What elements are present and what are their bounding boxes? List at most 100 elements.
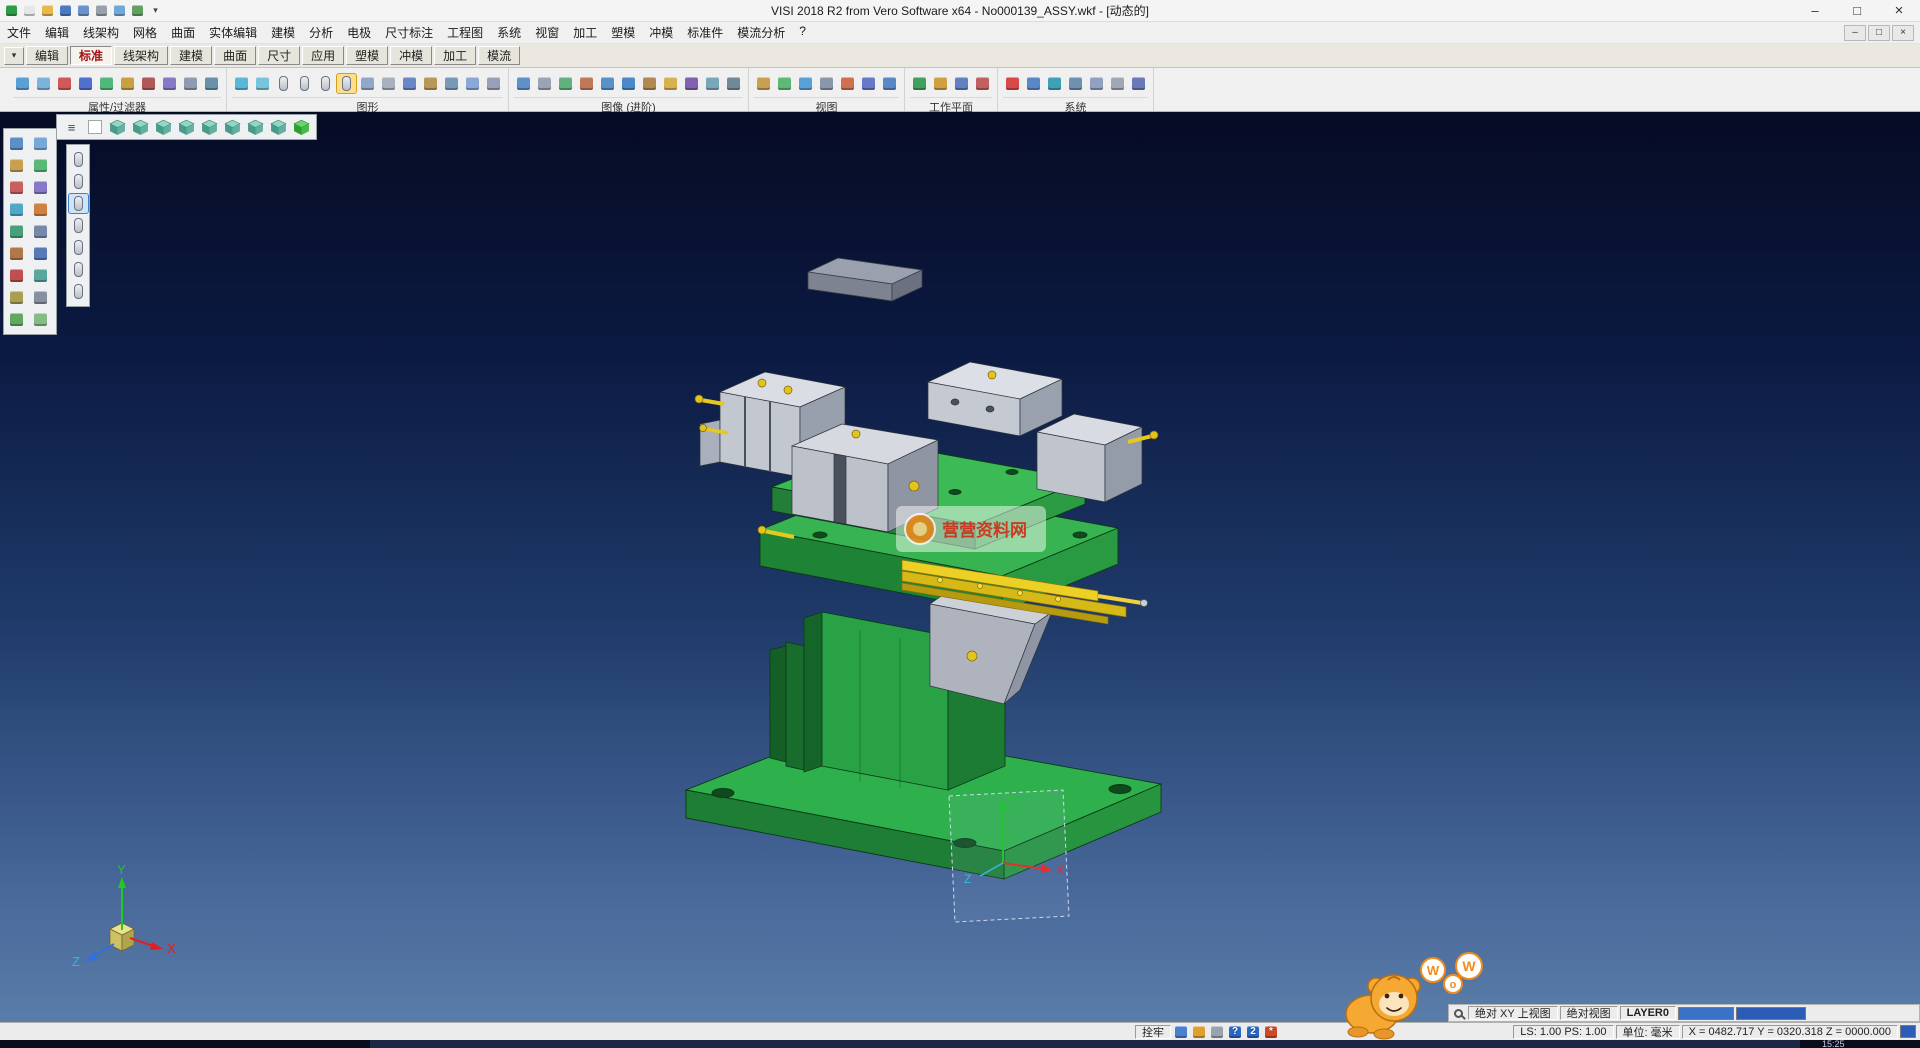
menu-实体编辑[interactable]: 实体编辑	[202, 21, 264, 44]
globe-icon[interactable]	[1045, 74, 1064, 93]
solid-cylinder-icon[interactable]	[69, 150, 88, 169]
database-icon[interactable]	[421, 74, 440, 93]
calculator-icon[interactable]	[1108, 74, 1127, 93]
undo-icon[interactable]	[7, 310, 26, 329]
filter-color-icon[interactable]	[139, 74, 158, 93]
iso-view-icon[interactable]	[107, 117, 128, 138]
solid-cylinder-icon[interactable]	[69, 216, 88, 235]
save-icon[interactable]	[58, 3, 73, 18]
taskbar-handle[interactable]	[370, 1040, 1800, 1048]
menu-线架构[interactable]: 线架构	[76, 21, 126, 44]
material-icon[interactable]	[682, 74, 701, 93]
attribute-copy-icon[interactable]	[34, 74, 53, 93]
visibility-icon[interactable]	[463, 74, 482, 93]
new-file-icon[interactable]	[22, 3, 37, 18]
left-view-icon[interactable]	[199, 117, 220, 138]
menu-网格[interactable]: 网格	[126, 21, 164, 44]
tab-应用[interactable]: 应用	[302, 46, 344, 65]
offset-icon[interactable]	[31, 244, 50, 263]
group-icon[interactable]	[400, 74, 419, 93]
tab-标准[interactable]: 标准	[70, 46, 112, 65]
tab-编辑[interactable]: 编辑	[26, 46, 68, 65]
pan-view-icon[interactable]	[817, 74, 836, 93]
tab-模流[interactable]: 模流	[478, 46, 520, 65]
box-select-icon[interactable]	[31, 134, 50, 153]
save-all-icon[interactable]	[76, 3, 91, 18]
menu-文件[interactable]: 文件	[0, 21, 38, 44]
solid-display-icon[interactable]	[358, 74, 377, 93]
view-menu-icon[interactable]: ≡	[61, 117, 82, 138]
layer-cylinder-2-icon[interactable]	[295, 74, 314, 93]
linestyle-swatch[interactable]	[1736, 1007, 1806, 1020]
filter-element-icon[interactable]	[97, 74, 116, 93]
transparency-icon[interactable]	[703, 74, 722, 93]
tab-线架构[interactable]: 线架构	[114, 46, 168, 65]
move-icon[interactable]	[7, 200, 26, 219]
render-mode-icon[interactable]	[1191, 1024, 1207, 1040]
table-icon[interactable]	[1066, 74, 1085, 93]
mirror-icon[interactable]	[31, 222, 50, 241]
tab-冲模[interactable]: 冲模	[390, 46, 432, 65]
shaded-cube-icon[interactable]	[291, 117, 312, 138]
screen-icon[interactable]	[1173, 1024, 1189, 1040]
monitor-icon[interactable]	[1024, 74, 1043, 93]
filter-magnet-all-icon[interactable]	[76, 74, 95, 93]
dimension-icon[interactable]	[7, 288, 26, 307]
workplane-align-icon[interactable]	[952, 74, 971, 93]
solid-cylinder-icon[interactable]	[69, 260, 88, 279]
customize-caret[interactable]: ▾	[148, 3, 163, 18]
tab-塑模[interactable]: 塑模	[346, 46, 388, 65]
scale-icon[interactable]	[7, 244, 26, 263]
menu-模流分析[interactable]: 模流分析	[730, 21, 792, 44]
filter-funnel-icon[interactable]	[181, 74, 200, 93]
options-icon[interactable]	[1129, 74, 1148, 93]
attribute-edit-icon[interactable]	[13, 74, 32, 93]
snap-lock-cell[interactable]: 拴牢	[1135, 1025, 1171, 1039]
minimize-button[interactable]: –	[1794, 0, 1836, 21]
app-icon[interactable]	[4, 3, 19, 18]
menu-冲模[interactable]: 冲模	[642, 21, 680, 44]
delete-icon[interactable]	[7, 266, 26, 285]
front-view-icon[interactable]	[130, 117, 151, 138]
texture-icon[interactable]	[640, 74, 659, 93]
wireframe-icon[interactable]	[379, 74, 398, 93]
section-view-icon[interactable]	[577, 74, 596, 93]
solid-cylinder-icon[interactable]	[69, 194, 88, 213]
absolute-view-cell[interactable]: 绝对视图	[1560, 1006, 1618, 1020]
snap-settings-icon[interactable]: *	[1263, 1024, 1279, 1040]
menu-电极[interactable]: 电极	[340, 21, 378, 44]
regen-icon[interactable]	[232, 74, 251, 93]
layer-cylinder-1-icon[interactable]	[274, 74, 293, 93]
menu-塑模[interactable]: 塑模	[604, 21, 642, 44]
menu-曲面[interactable]: 曲面	[164, 21, 202, 44]
top-view-icon[interactable]	[153, 117, 174, 138]
tab-加工[interactable]: 加工	[434, 46, 476, 65]
measure-icon[interactable]	[31, 266, 50, 285]
redo-icon[interactable]	[31, 310, 50, 329]
select-icon[interactable]	[7, 134, 26, 153]
viewport-3d[interactable]: ≡	[0, 112, 1920, 1040]
color-palette-icon[interactable]	[1003, 74, 1022, 93]
mdi-minimize-button[interactable]: –	[1844, 25, 1866, 41]
axonometric-view-icon[interactable]	[268, 117, 289, 138]
menu-系统[interactable]: 系统	[490, 21, 528, 44]
trim-icon[interactable]	[7, 178, 26, 197]
active-color-swatch[interactable]	[1900, 1025, 1916, 1038]
solid-cylinder-icon[interactable]	[69, 238, 88, 257]
tab-dropdown-button[interactable]: ▾	[4, 47, 24, 65]
snapshot-icon[interactable]	[130, 3, 145, 18]
maximize-button[interactable]: □	[1836, 0, 1878, 21]
help-icon[interactable]: ?	[1227, 1024, 1243, 1040]
scale-cell[interactable]: LS: 1.00 PS: 1.00	[1513, 1025, 1613, 1039]
right-view-icon[interactable]	[176, 117, 197, 138]
units-cell[interactable]: 单位: 毫米	[1616, 1025, 1680, 1039]
solid-cylinder-icon[interactable]	[69, 282, 88, 301]
point-icon[interactable]	[7, 156, 26, 175]
redraw-icon[interactable]	[253, 74, 272, 93]
mdi-restore-button[interactable]: □	[1868, 25, 1890, 41]
eye-icon[interactable]	[880, 74, 899, 93]
filter-reset-icon[interactable]	[202, 74, 221, 93]
menu-分析[interactable]: 分析	[302, 21, 340, 44]
lighting-icon[interactable]	[661, 74, 680, 93]
menu-编辑[interactable]: 编辑	[38, 21, 76, 44]
